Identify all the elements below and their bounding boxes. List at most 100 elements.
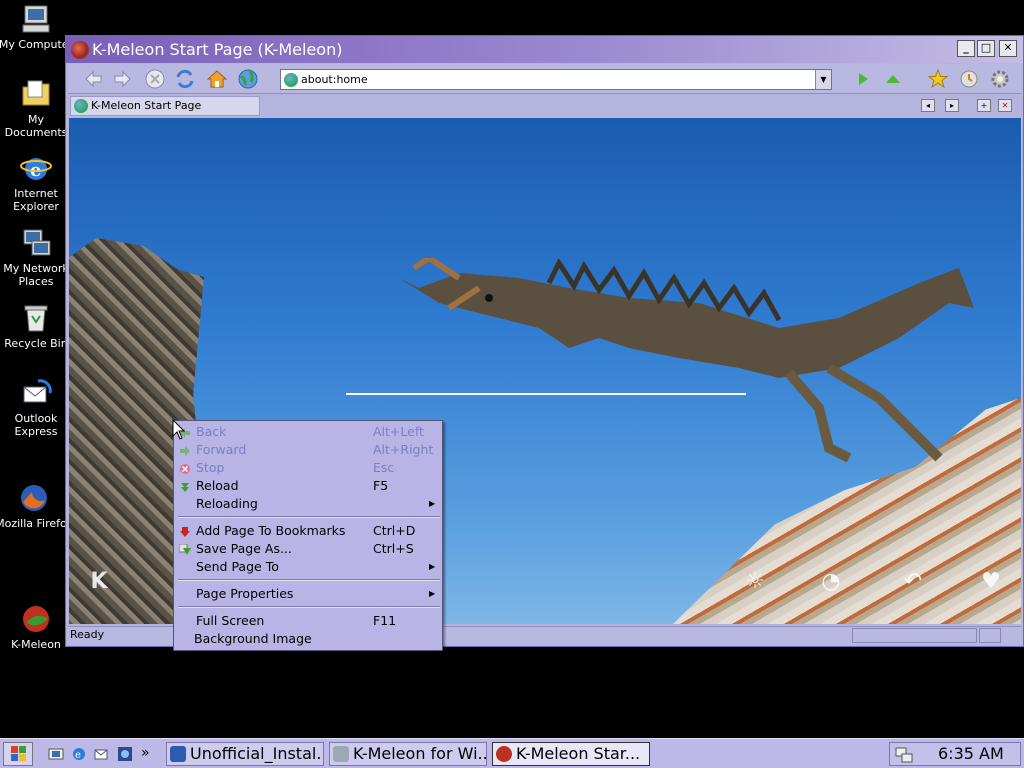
submenu-arrow-icon: ▶ <box>429 499 436 508</box>
desktop-icon-label: K-Meleon <box>11 638 61 651</box>
windows-logo-icon <box>11 746 26 761</box>
k-meleon-icon <box>20 603 52 635</box>
close-tab-icon[interactable]: ✕ <box>998 99 1012 112</box>
loading-line <box>346 393 746 395</box>
url-text: about:home <box>301 73 368 86</box>
desktop-icon-my-computer[interactable]: My Computer <box>0 3 74 51</box>
heart-icon[interactable]: ♥ <box>978 570 1004 594</box>
k-meleon-logo[interactable]: K <box>86 570 112 594</box>
forward-icon[interactable] <box>112 68 134 90</box>
taskbar-button-k-meleon-for-windows[interactable]: K-Meleon for Wi... <box>329 742 487 766</box>
home-icon[interactable] <box>206 68 228 90</box>
desktop-icon-outlook-express[interactable]: Outlook Express <box>0 377 74 438</box>
undo-icon[interactable]: ↶ <box>900 570 926 594</box>
firefox-icon <box>18 482 50 514</box>
menu-item-add-bookmark[interactable]: Add Page To Bookmarks Ctrl+D <box>174 522 442 540</box>
menu-item-save-page[interactable]: Save Page As... Ctrl+S <box>174 540 442 558</box>
bookmark-add-icon <box>179 525 191 537</box>
clock[interactable]: 6:35 AM <box>938 743 1004 765</box>
taskbar: e » Unofficial_Instal... K-Meleon for Wi… <box>0 738 1024 768</box>
k-meleon-icon <box>333 746 349 762</box>
title-bar[interactable]: K-Meleon Start Page (K-Meleon) _ □ ✕ <box>66 36 1023 63</box>
menu-item-page-properties[interactable]: Page Properties ▶ <box>174 585 442 603</box>
tab-label: K-Meleon Start Page <box>91 99 202 112</box>
menu-item-stop[interactable]: Stop Esc <box>174 459 442 477</box>
outlook-express-icon[interactable] <box>94 746 110 762</box>
menu-separator <box>178 579 440 581</box>
submenu-arrow-icon: ▶ <box>429 589 436 598</box>
quick-launch-overflow[interactable]: » <box>141 746 157 762</box>
mouse-cursor-icon <box>172 419 186 440</box>
taskbar-button-installer[interactable]: Unofficial_Instal... <box>166 742 324 766</box>
my-computer-icon <box>20 3 52 35</box>
desktop-icon-label: Recycle Bin <box>4 337 68 350</box>
window-title: K-Meleon Start Page (K-Meleon) <box>92 40 343 59</box>
close-button[interactable]: ✕ <box>999 40 1017 57</box>
maximize-button[interactable]: □ <box>977 40 995 57</box>
desktop-icon-internet-explorer[interactable]: e Internet Explorer <box>0 152 74 213</box>
menu-item-forward[interactable]: Forward Alt+Right <box>174 441 442 459</box>
submenu-arrow-icon: ▶ <box>429 562 436 571</box>
menu-item-reload[interactable]: Reload F5 <box>174 477 442 495</box>
desktop-icon-label: My Network Places <box>3 262 69 288</box>
new-tab-icon[interactable]: + <box>977 99 991 112</box>
forward-icon <box>179 444 191 456</box>
url-dropdown-button[interactable]: ▼ <box>815 70 831 89</box>
firefox-icon <box>170 746 186 762</box>
desktop-icon-my-documents[interactable]: My Documents <box>0 78 74 139</box>
taskbar-button-k-meleon-start[interactable]: K-Meleon Star... <box>492 742 650 766</box>
url-input[interactable]: about:home ▼ <box>280 69 832 90</box>
internet-explorer-icon[interactable]: e <box>71 746 87 762</box>
globe-icon[interactable] <box>237 68 259 90</box>
recycle-bin-icon <box>20 302 52 334</box>
system-tray: 6:35 AM <box>889 742 1021 766</box>
tab-prev-icon[interactable]: ◂ <box>921 99 935 112</box>
context-menu: Back Alt+Left Forward Alt+Right Stop Esc… <box>173 420 443 651</box>
tab-globe-icon <box>74 99 88 113</box>
network-tray-icon[interactable] <box>894 746 914 767</box>
desktop-icon-label: Outlook Express <box>14 412 58 438</box>
menu-item-background-image[interactable]: Background Image <box>174 630 442 648</box>
desktop-icon-label: Internet Explorer <box>13 187 59 213</box>
save-icon <box>178 543 191 555</box>
minimize-button[interactable]: _ <box>957 40 975 57</box>
svg-text:e: e <box>75 750 81 761</box>
bookmark-star-icon[interactable] <box>927 68 949 90</box>
reload-icon[interactable] <box>174 68 196 90</box>
desktop-icon-my-network-places[interactable]: My Network Places <box>0 227 74 288</box>
iguana-image <box>399 258 974 463</box>
menu-separator <box>178 516 440 518</box>
menu-item-reloading[interactable]: Reloading ▶ <box>174 495 442 513</box>
desktop-icon-recycle-bin[interactable]: Recycle Bin <box>0 302 74 350</box>
menu-item-back[interactable]: Back Alt+Left <box>174 423 442 441</box>
menu-separator <box>178 606 440 608</box>
menu-item-send-page[interactable]: Send Page To ▶ <box>174 558 442 576</box>
status-text: Ready <box>70 628 105 641</box>
media-icon[interactable] <box>117 746 133 762</box>
settings-gear-icon[interactable] <box>989 68 1011 90</box>
history-clock-icon[interactable] <box>958 68 980 90</box>
desktop-icon-label: My Documents <box>4 113 68 139</box>
show-desktop-icon[interactable] <box>48 746 64 762</box>
timer-icon[interactable]: ◔ <box>818 570 844 594</box>
up-icon[interactable] <box>882 68 904 90</box>
menu-item-full-screen[interactable]: Full Screen F11 <box>174 612 442 630</box>
desktop-icon-label: My Computer <box>0 38 74 51</box>
desktop-icon-k-meleon[interactable]: K-Meleon <box>0 603 74 651</box>
go-icon[interactable] <box>852 68 874 90</box>
k-meleon-icon <box>496 746 512 762</box>
outlook-express-icon <box>20 377 52 409</box>
tab-start-page[interactable]: K-Meleon Start Page <box>70 96 260 116</box>
k-meleon-app-icon <box>71 41 89 59</box>
sun-icon[interactable]: ☼ <box>742 570 768 594</box>
network-places-icon <box>20 227 52 259</box>
stop-icon[interactable] <box>144 68 166 90</box>
navigation-toolbar: about:home ▼ <box>68 64 1021 94</box>
stop-icon <box>179 462 191 474</box>
start-button[interactable] <box>3 742 33 766</box>
back-icon[interactable] <box>82 68 104 90</box>
status-security-panel <box>979 628 1001 643</box>
reload-icon <box>179 480 191 492</box>
tab-next-icon[interactable]: ▸ <box>945 99 959 112</box>
my-documents-icon <box>20 78 52 110</box>
